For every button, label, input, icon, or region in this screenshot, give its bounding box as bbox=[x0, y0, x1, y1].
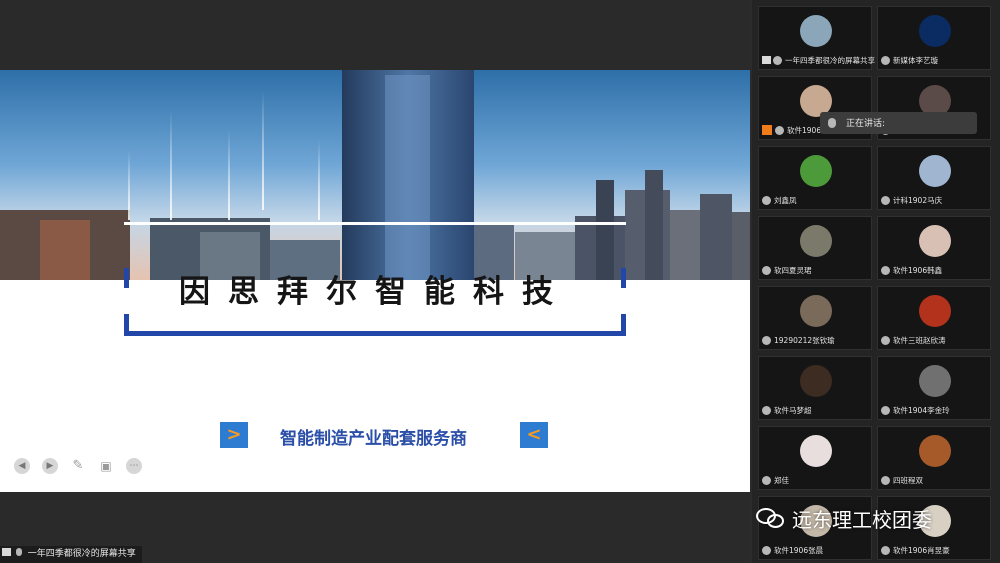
participant-name: 四班程双 bbox=[893, 475, 923, 485]
mic-icon bbox=[773, 55, 782, 65]
participant-name: 19290212张钦瑜 bbox=[774, 335, 835, 345]
avatar bbox=[919, 365, 951, 397]
mic-icon bbox=[775, 125, 784, 135]
mic-icon bbox=[881, 405, 890, 415]
participant-tile[interactable]: 软四夏灵珺 bbox=[758, 216, 872, 280]
participant-name: 郑佳 bbox=[774, 475, 789, 485]
participant-label: 软件1904李金玲 bbox=[881, 404, 950, 416]
avatar bbox=[919, 15, 951, 47]
participant-tile[interactable]: 郑佳 bbox=[758, 426, 872, 490]
participant-tile[interactable]: 刘鑫凤 bbox=[758, 146, 872, 210]
participant-name: 软件1906张晨 bbox=[774, 545, 824, 555]
participant-name: 软件1906韩鑫 bbox=[893, 265, 943, 275]
avatar bbox=[800, 435, 832, 467]
mic-icon bbox=[762, 475, 771, 485]
mic-icon bbox=[762, 195, 771, 205]
wechat-icon bbox=[756, 506, 786, 530]
mic-icon bbox=[762, 335, 771, 345]
mic-icon bbox=[762, 545, 771, 555]
tagline: 智能制造产业配套服务商 bbox=[280, 429, 467, 449]
participant-label: 郑佳 bbox=[762, 474, 789, 486]
mic-icon bbox=[881, 475, 890, 485]
mic-icon bbox=[881, 195, 890, 205]
participant-tile[interactable]: 软件马梦超 bbox=[758, 356, 872, 420]
participant-label: 软件马梦超 bbox=[762, 404, 812, 416]
speaking-label: 正在讲话: bbox=[846, 119, 886, 129]
participant-name: 新媒体李艺璇 bbox=[893, 55, 938, 65]
participant-name: 软件1906 bbox=[787, 125, 822, 135]
avatar bbox=[800, 155, 832, 187]
participant-label: 新媒体李艺璇 bbox=[881, 54, 938, 66]
participant-name: 计科1902马庆 bbox=[893, 195, 943, 205]
more-icon[interactable]: ⋯ bbox=[126, 458, 142, 474]
participant-label: 软件三班赵欣涛 bbox=[881, 334, 946, 346]
participant-label: 刘鑫凤 bbox=[762, 194, 797, 206]
mic-icon bbox=[881, 265, 890, 275]
participant-tile[interactable]: 19290212张钦瑜 bbox=[758, 286, 872, 350]
screen-share-icon bbox=[2, 548, 11, 556]
participant-label: 软件1906肖昱豪 bbox=[881, 544, 950, 556]
participant-name: 软四夏灵珺 bbox=[774, 265, 812, 275]
mic-icon bbox=[881, 55, 890, 65]
participant-label: 软四夏灵珺 bbox=[762, 264, 812, 276]
participant-name: 软件1906肖昱豪 bbox=[893, 545, 950, 555]
mic-icon bbox=[762, 265, 771, 275]
mic-icon bbox=[881, 545, 890, 555]
mic-icon bbox=[762, 405, 771, 415]
participant-tile[interactable]: 一年四季都很冷的屏幕共享 bbox=[758, 6, 875, 70]
company-title: 因思拜尔智能科技 bbox=[179, 274, 571, 310]
mic-icon bbox=[881, 335, 890, 345]
participant-tile[interactable]: 计科1902马庆 bbox=[877, 146, 991, 210]
participant-tile[interactable]: 新媒体李艺璇 bbox=[877, 6, 991, 70]
participant-label: 软件1906张晨 bbox=[762, 544, 823, 556]
pen-icon[interactable]: ✎ bbox=[70, 458, 86, 474]
arrow-left-icon: < bbox=[520, 422, 548, 448]
avatar bbox=[800, 15, 832, 47]
presentation-slide: 因思拜尔智能科技 > 智能制造产业配套服务商 < ◀ ▶ ✎ ▣ ⋯ bbox=[0, 70, 750, 492]
watermark: 远东理工校团委 bbox=[756, 502, 932, 534]
title-frame: 因思拜尔智能科技 bbox=[124, 222, 626, 336]
participant-tile[interactable]: 软件1904李金玲 bbox=[877, 356, 991, 420]
screen-share-label: 一年四季都很冷的屏幕共享 bbox=[0, 546, 142, 563]
mic-icon bbox=[15, 548, 22, 556]
participant-label: 四班程双 bbox=[881, 474, 923, 486]
screen-share-icon bbox=[762, 56, 771, 64]
participant-name: 一年四季都很冷的屏幕共享 bbox=[785, 55, 875, 65]
speaker-mic-icon bbox=[828, 118, 836, 128]
participant-name: 刘鑫凤 bbox=[774, 195, 797, 205]
frame-top-line bbox=[124, 222, 626, 225]
participant-tile[interactable]: 四班程双 bbox=[877, 426, 991, 490]
participant-name: 软件三班赵欣涛 bbox=[893, 335, 946, 345]
participant-label: 计科1902马庆 bbox=[881, 194, 942, 206]
participant-label: 软件1906 bbox=[762, 124, 821, 136]
watermark-text: 远东理工校团委 bbox=[792, 507, 932, 532]
avatar bbox=[919, 225, 951, 257]
next-icon[interactable]: ▶ bbox=[42, 458, 58, 474]
participant-tile[interactable]: 软件三班赵欣涛 bbox=[877, 286, 991, 350]
avatar bbox=[800, 225, 832, 257]
shared-screen-area: 因思拜尔智能科技 > 智能制造产业配套服务商 < ◀ ▶ ✎ ▣ ⋯ 一年四季都… bbox=[0, 0, 750, 563]
avatar bbox=[919, 295, 951, 327]
avatar bbox=[919, 155, 951, 187]
participant-label: 19290212张钦瑜 bbox=[762, 334, 835, 346]
avatar bbox=[919, 435, 951, 467]
arrow-right-icon: > bbox=[220, 422, 248, 448]
speaking-indicator: 正在讲话: bbox=[820, 112, 977, 134]
frame-bottom-line bbox=[124, 331, 626, 336]
previous-icon[interactable]: ◀ bbox=[14, 458, 30, 474]
screen-share-label-text: 一年四季都很冷的屏幕共享 bbox=[27, 549, 136, 559]
avatar bbox=[800, 365, 832, 397]
participant-name: 软件马梦超 bbox=[774, 405, 812, 415]
fit-icon[interactable]: ▣ bbox=[98, 458, 114, 474]
participant-label: 一年四季都很冷的屏幕共享 bbox=[762, 54, 875, 66]
participant-label: 软件1906韩鑫 bbox=[881, 264, 942, 276]
host-icon bbox=[762, 125, 772, 135]
avatar bbox=[800, 295, 832, 327]
participant-name: 软件1904李金玲 bbox=[893, 405, 950, 415]
tagline-row: > 智能制造产业配套服务商 < bbox=[220, 422, 550, 449]
participant-tile[interactable]: 软件1906韩鑫 bbox=[877, 216, 991, 280]
